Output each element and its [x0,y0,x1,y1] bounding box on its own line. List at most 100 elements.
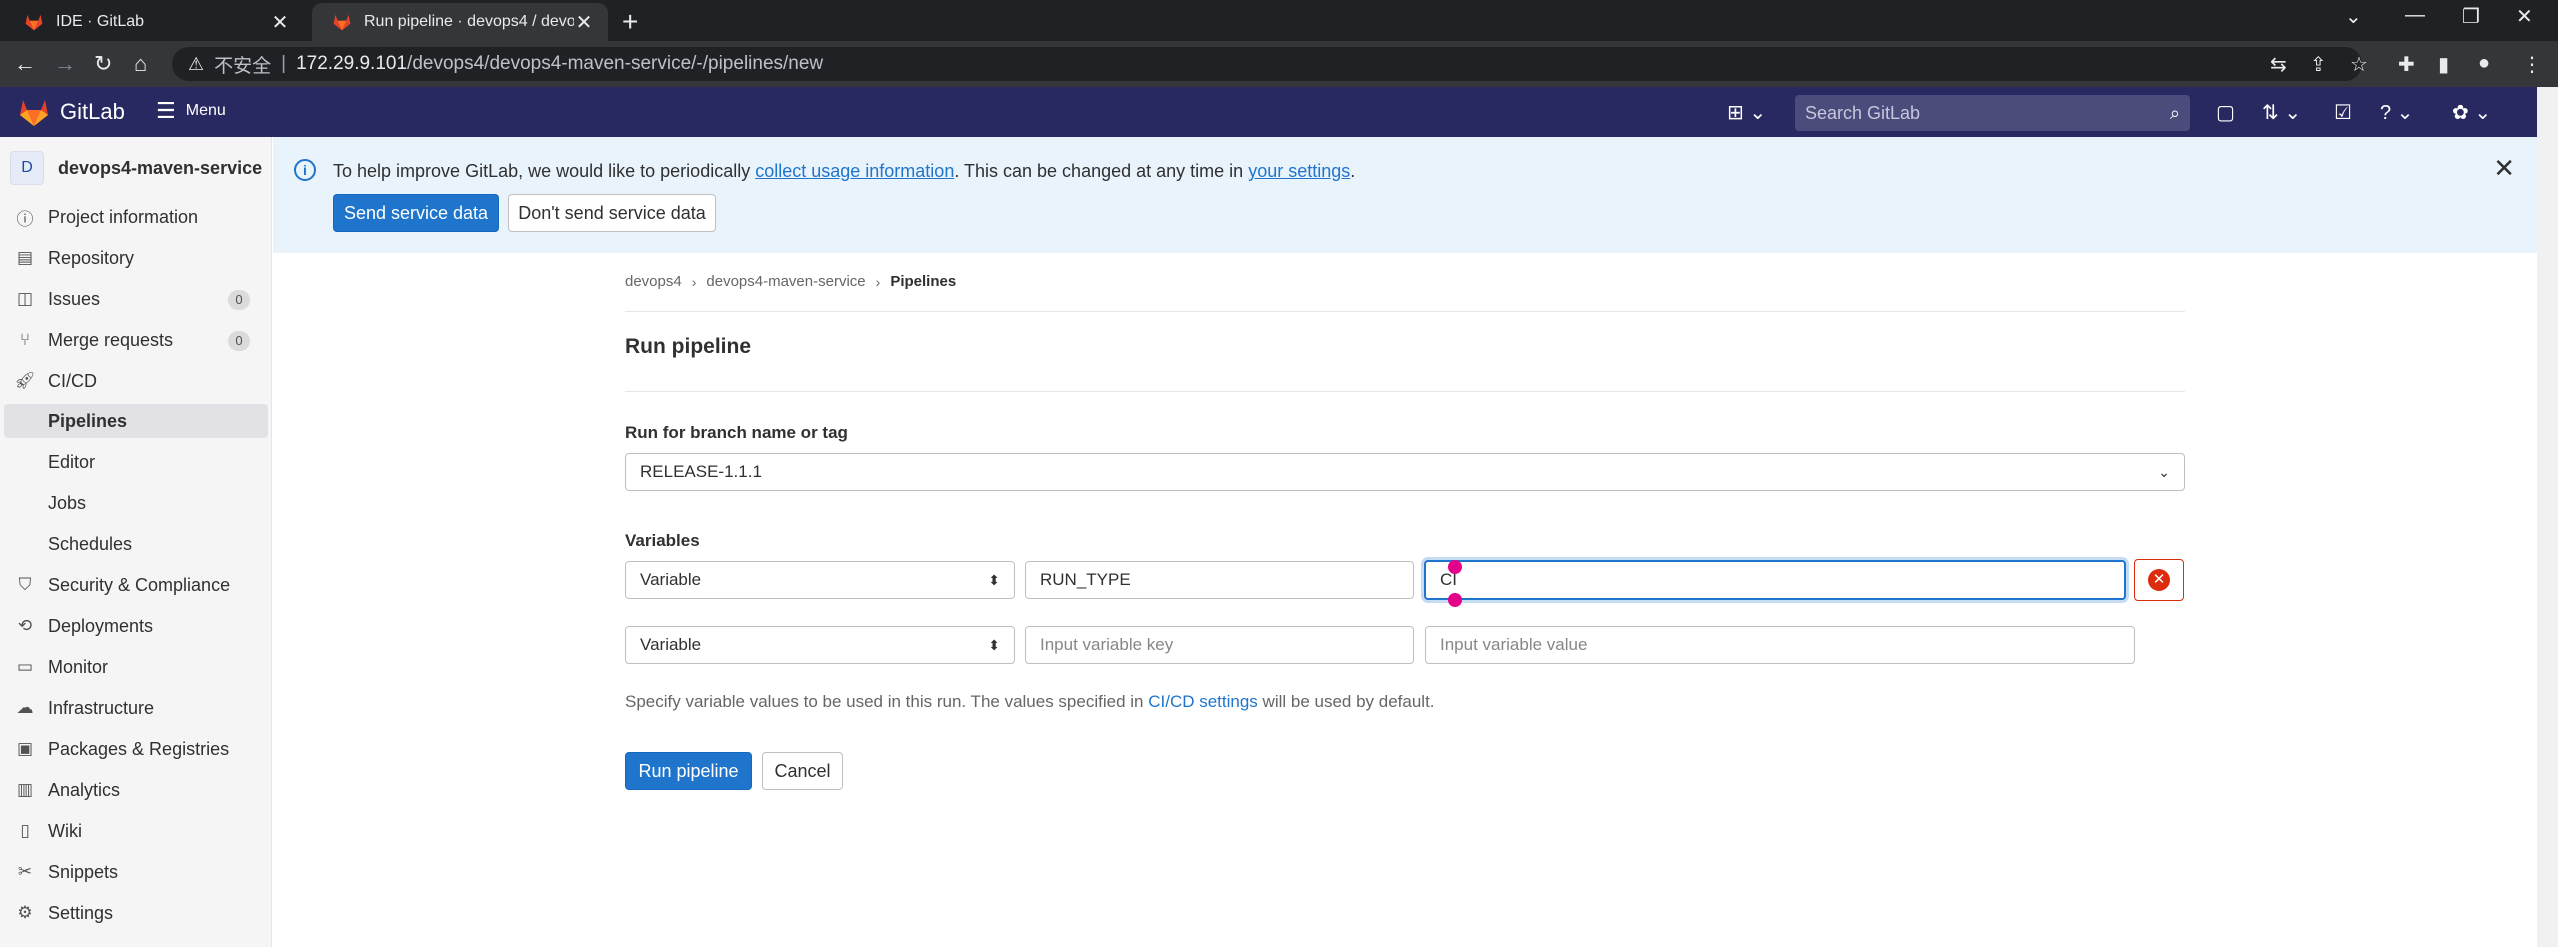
cancel-button[interactable]: Cancel [762,752,843,790]
sidebar-item-issues[interactable]: ◫ Issues 0 [0,282,268,316]
search-input[interactable]: Search GitLab ⌕ [1795,95,2190,131]
project-avatar: D [10,151,44,185]
cicd-settings-link[interactable]: CI/CD settings [1148,692,1258,711]
project-name: devops4-maven-service [58,157,263,178]
variable-value-input[interactable]: Input variable value [1425,626,2135,664]
page-scrollbar[interactable] [2537,87,2558,947]
translate-icon[interactable]: ⇆ [2270,52,2287,77]
browser-toolbar: ← → ↻ ⌂ ⚠ 不安全 | 172.29.9.101 /devops4/de… [0,41,2558,87]
menu-button[interactable]: ☰ Menu [156,98,226,123]
gear-icon: ⚙ [17,903,33,922]
sidebar-item-packages-registries[interactable]: ▣ Packages & Registries [0,732,268,766]
shield-icon: ⛉ [18,575,32,594]
browser-menu-icon[interactable]: ⋮ [2522,52,2542,77]
send-service-data-button[interactable]: Send service data [333,194,499,232]
sidebar-item-project-information[interactable]: ⓘ Project information [0,200,268,234]
user-avatar-icon[interactable]: ✿ ⌄ [2452,100,2491,125]
variable-key-input[interactable]: RUN_TYPE [1025,561,1414,599]
minimize-icon[interactable]: — [2405,4,2425,27]
browser-tab-ide[interactable]: IDE · GitLab ✕ [4,3,304,41]
selection-handle-icon[interactable] [1448,593,1462,607]
address-bar[interactable]: ⚠ 不安全 | 172.29.9.101 /devops4/devops4-ma… [172,47,2362,81]
sidebar-item-editor[interactable]: Editor [0,445,268,479]
bookmark-star-icon[interactable]: ☆ [2350,52,2368,77]
branch-select[interactable]: RELEASE-1.1.1 ⌄ [625,453,2185,491]
sidebar-item-security-compliance[interactable]: ⛉ Security & Compliance [0,568,268,602]
sidebar-item-repository[interactable]: ▤ Repository [0,241,268,275]
sidebar-item-pipelines[interactable]: Pipelines [4,404,268,438]
variable-key-input[interactable]: Input variable key [1025,626,1414,664]
chevron-right-icon: › [691,273,697,290]
back-icon[interactable]: ← [14,51,36,77]
package-icon: ▣ [16,739,34,758]
gitlab-logo[interactable]: GitLab [18,97,125,127]
close-tab-icon[interactable]: ✕ [574,10,594,35]
page-title: Run pipeline [625,335,751,358]
help-icon[interactable]: ? ⌄ [2380,100,2413,125]
search-icon: ⌕ [2169,102,2180,123]
variable-type-select[interactable]: Variable ⬍ [625,561,1015,599]
home-icon[interactable]: ⌂ [134,51,147,77]
tab-search-icon[interactable]: ⌄ [2345,4,2362,29]
menu-label: Menu [185,102,226,119]
divider [625,311,2185,312]
sort-arrows-icon: ⬍ [988,636,1000,653]
forward-icon[interactable]: → [54,51,76,77]
collect-usage-link[interactable]: collect usage information [755,161,954,181]
sidebar-item-jobs[interactable]: Jobs [0,486,268,520]
deployments-icon: ⟲ [17,616,33,635]
sidebar-item-monitor[interactable]: ▭ Monitor [0,650,268,684]
run-pipeline-button[interactable]: Run pipeline [625,752,752,790]
info-icon: i [294,159,316,181]
sidebar-project[interactable]: D devops4-maven-service [10,151,262,185]
restore-icon[interactable]: ❐ [2462,4,2480,29]
hamburger-icon: ☰ [156,98,176,123]
variable-value-input[interactable]: CI [1424,560,2126,600]
sidebar-item-deployments[interactable]: ⟲ Deployments [0,609,268,643]
banner-message: To help improve GitLab, we would like to… [333,161,1356,181]
close-window-icon[interactable]: ✕ [2516,4,2533,29]
side-panel-icon[interactable]: ▮ [2438,52,2449,77]
dont-send-service-data-button[interactable]: Don't send service data [508,194,716,232]
breadcrumb-current[interactable]: Pipelines [890,273,956,290]
sidebar-item-cicd[interactable]: 🚀︎ CI/CD [0,364,268,398]
close-banner-icon[interactable]: ✕ [2493,153,2515,184]
sidebar-item-analytics[interactable]: ▥ Analytics [0,773,268,807]
selection-handle-icon[interactable] [1448,560,1462,574]
your-settings-link[interactable]: your settings [1248,161,1350,181]
browser-tab-strip: IDE · GitLab ✕ Run pipeline · devops4 / … [0,0,2558,41]
issues-icon[interactable]: ▢ [2216,100,2235,125]
reload-icon[interactable]: ↻ [94,51,112,77]
security-label: 不安全 [214,55,272,77]
url-path: /devops4/devops4-maven-service/-/pipelin… [407,53,824,74]
extensions-icon[interactable]: ✚ [2398,52,2415,77]
sidebar-item-snippets[interactable]: ✂ Snippets [0,855,268,889]
create-new-icon[interactable]: ⊞ ⌄ [1727,100,1766,125]
merge-requests-count-badge: 0 [228,331,250,351]
sidebar-item-infrastructure[interactable]: ☁ Infrastructure [0,691,268,725]
sidebar-item-settings[interactable]: ⚙ Settings [0,896,268,930]
breadcrumb-group[interactable]: devops4 [625,273,682,290]
book-icon: ▯ [20,821,30,840]
new-tab-icon[interactable]: + [622,6,638,38]
gitlab-favicon-icon [333,14,351,31]
gitlab-header: GitLab ☰ Menu ⊞ ⌄ Search GitLab ⌕ ▢ ⇅ ⌄ … [0,87,2537,137]
monitor-icon: ▭ [16,657,34,676]
tab-title: IDE · GitLab [56,13,145,30]
variable-type-select[interactable]: Variable ⬍ [625,626,1015,664]
not-secure-icon: ⚠ [188,53,205,74]
merge-requests-icon[interactable]: ⇅ ⌄ [2262,100,2301,125]
profile-icon[interactable]: ● [2478,52,2490,75]
sidebar-item-merge-requests[interactable]: ⑂ Merge requests 0 [0,323,268,357]
sidebar-item-wiki[interactable]: ▯ Wiki [0,814,268,848]
breadcrumb-project[interactable]: devops4-maven-service [706,273,865,290]
sidebar-item-schedules[interactable]: Schedules [0,527,268,561]
sort-arrows-icon: ⬍ [988,571,1000,588]
browser-tab-run-pipeline[interactable]: Run pipeline · devops4 / devops4-maven-s… [312,3,608,41]
todos-icon[interactable]: ☑ [2334,100,2352,125]
share-icon[interactable]: ⇪ [2310,52,2327,77]
merge-request-icon: ⑂ [19,330,31,349]
close-tab-icon[interactable]: ✕ [270,10,290,35]
branch-label: Run for branch name or tag [625,423,848,442]
remove-variable-button[interactable]: ✕ [2134,559,2184,601]
